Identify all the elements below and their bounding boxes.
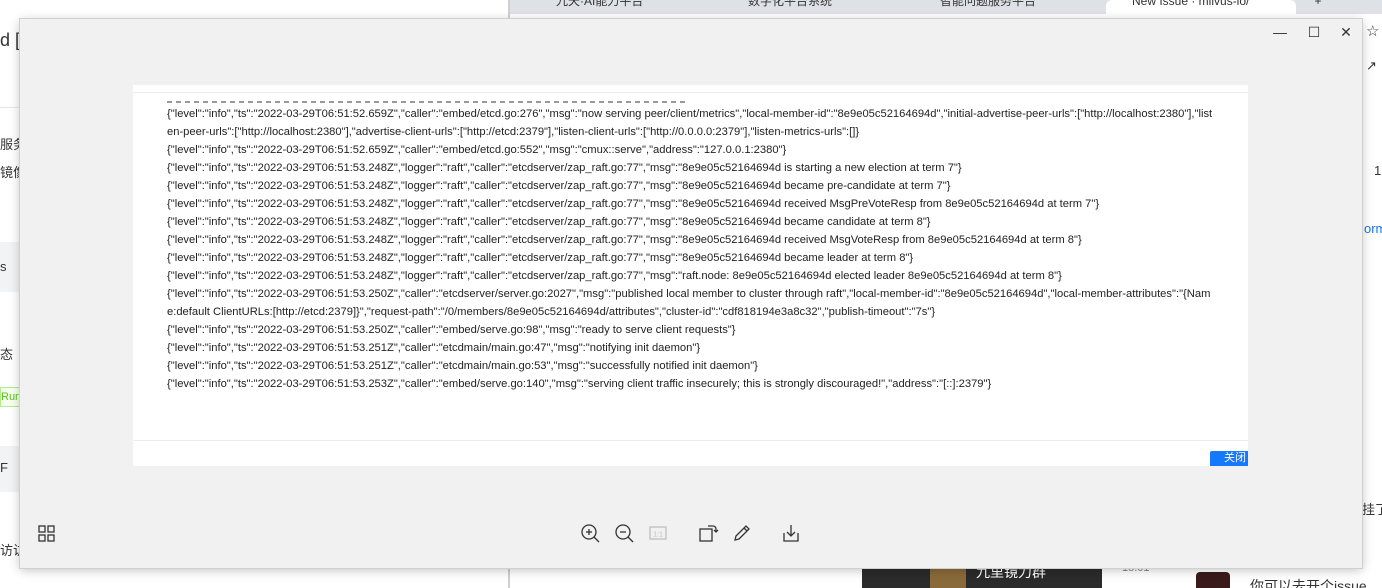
log-line: {"level":"info","ts":"2022-03-29T06:51:5… <box>167 342 701 354</box>
grid-view-icon[interactable] <box>35 521 59 545</box>
left-item-s: s <box>0 259 7 274</box>
right-text-fragment: 挂了 <box>1362 502 1382 517</box>
edit-icon[interactable] <box>730 521 754 545</box>
message-avatar <box>1196 572 1230 588</box>
bookmark-star-icon[interactable]: ☆ <box>1366 22 1379 40</box>
zoom-in-icon[interactable] <box>578 521 602 545</box>
log-line: {"level":"info","ts":"2022-03-29T06:51:5… <box>167 144 787 156</box>
page-title-fragment: d [ <box>0 30 21 50</box>
dialog-close-button-fragment: 关闭 <box>1210 451 1248 466</box>
share-icon[interactable]: ↗ <box>1366 58 1377 74</box>
image-viewer-window: — ☐ ✕ {"level":"info","ts":"2022-03-29T0… <box>20 19 1362 568</box>
actual-size-icon: 1:1 <box>646 521 670 545</box>
log-image: {"level":"info","ts":"2022-03-29T06:51:5… <box>133 85 1248 466</box>
log-line: {"level":"info","ts":"2022-03-29T06:51:5… <box>167 108 1213 138</box>
status-badge-running: Runn <box>0 387 20 407</box>
log-line: {"level":"info","ts":"2022-03-29T06:51:5… <box>167 180 951 192</box>
right-fragment-1: 1 <box>1374 163 1382 178</box>
log-line: {"level":"info","ts":"2022-03-29T06:51:5… <box>167 162 962 174</box>
log-line: {"level":"info","ts":"2022-03-29T06:51:5… <box>167 360 758 372</box>
new-tab-button[interactable]: + <box>1306 0 1330 14</box>
log-bottom-border <box>133 440 1248 441</box>
browser-tab-label: 数字化平台系统 <box>748 0 833 8</box>
close-button[interactable]: ✕ <box>1335 23 1357 41</box>
chat-message: 你可以去开个issue <box>1250 578 1367 588</box>
log-line: {"level":"info","ts":"2022-03-29T06:51:5… <box>167 252 914 264</box>
browser-tab[interactable]: 数字化平台系统 ✕ <box>722 0 912 14</box>
browser-tab[interactable]: 智能问题服务平台 ✕ <box>914 0 1104 14</box>
chat-avatar <box>930 566 966 588</box>
log-line: {"level":"info","ts":"2022-03-29T06:51:5… <box>167 270 1062 282</box>
right-link-fragment[interactable]: orm <box>1364 221 1382 236</box>
browser-tab-label: New Issue · milvus-io/ <box>1132 0 1250 8</box>
browser-tab-label: 智能问题服务平台 <box>940 0 1037 8</box>
screen: d [ 服务 镜像 s 态 Runn F 访访 九天·AI能力平台 ✕ 数字化平… <box>0 0 1382 588</box>
download-icon[interactable] <box>779 521 803 545</box>
clipped-log-line <box>167 97 687 103</box>
browser-tab-label: 九天·AI能力平台 <box>556 0 644 8</box>
left-item-f: F <box>0 460 8 475</box>
rotate-icon[interactable] <box>696 521 720 545</box>
log-line: {"level":"info","ts":"2022-03-29T06:51:5… <box>167 378 992 390</box>
log-line: {"level":"info","ts":"2022-03-29T06:51:5… <box>167 216 931 228</box>
left-item-status: 态 <box>0 347 14 362</box>
viewer-toolbar: 1:1 <box>20 521 1362 545</box>
log-line: {"level":"info","ts":"2022-03-29T06:51:5… <box>167 198 1100 210</box>
maximize-button[interactable]: ☐ <box>1303 23 1325 41</box>
browser-tab-active[interactable]: New Issue · milvus-io/ ✕ <box>1106 0 1296 14</box>
log-line: {"level":"info","ts":"2022-03-29T06:51:5… <box>167 288 1211 318</box>
browser-tab[interactable]: 九天·AI能力平台 ✕ <box>530 0 720 14</box>
actual-size-label: 1:1 <box>653 532 663 539</box>
log-line: {"level":"info","ts":"2022-03-29T06:51:5… <box>167 234 1082 246</box>
log-text: {"level":"info","ts":"2022-03-29T06:51:5… <box>167 105 1217 393</box>
log-top-border <box>133 85 1248 93</box>
minimize-button[interactable]: — <box>1269 23 1291 41</box>
zoom-out-icon[interactable] <box>612 521 636 545</box>
browser-tab-bar: 九天·AI能力平台 ✕ 数字化平台系统 ✕ 智能问题服务平台 ✕ New Iss… <box>510 0 1382 14</box>
log-line: {"level":"info","ts":"2022-03-29T06:51:5… <box>167 324 736 336</box>
